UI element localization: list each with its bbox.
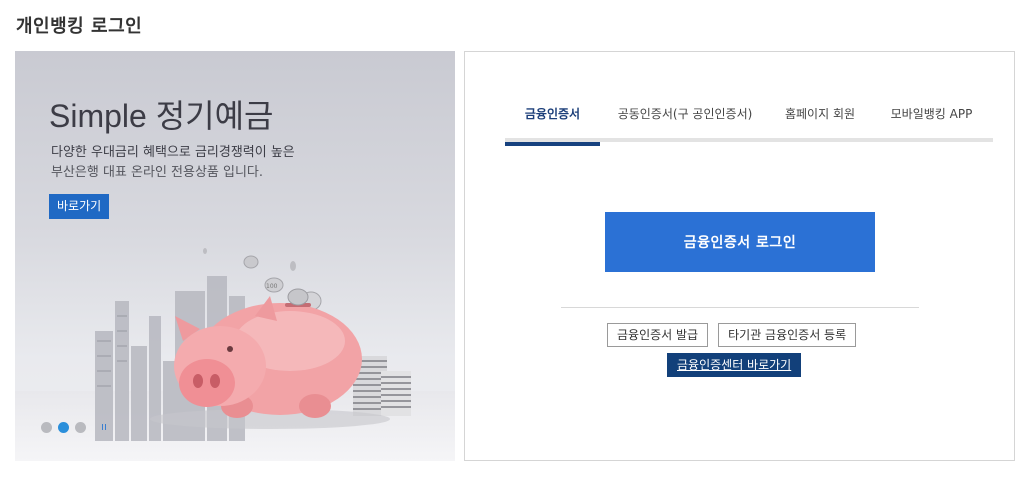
slide-indicators: [41, 422, 108, 433]
banner-desc-line2: 부산은행 대표 온라인 전용상품 입니다.: [51, 165, 264, 180]
tab-homepage-member[interactable]: 홈페이지 회원: [770, 90, 870, 142]
financial-certificate-login-button[interactable]: 금융인증서 로그인: [605, 212, 875, 272]
slide-dot-1[interactable]: [41, 422, 52, 433]
divider: [561, 307, 919, 308]
issue-certificate-button[interactable]: 금융인증서 발급: [607, 323, 709, 347]
banner-desc-line1: 다양한 우대금리 혜택으로 금리경쟁력이 높은: [51, 145, 295, 160]
banner-headline: Simple 정기예금: [49, 98, 274, 134]
pause-icon[interactable]: [102, 423, 108, 432]
tab-mobile-banking-app[interactable]: 모바일뱅킹 APP: [870, 90, 993, 142]
promo-banner: 100 Simple 정기예금 다양한 우대금리 혜택으로 금리경쟁력이 높은 …: [15, 51, 455, 461]
login-panel: 금융인증서 공동인증서(구 공인인증서) 홈페이지 회원 모바일뱅킹 APP 금…: [464, 51, 1015, 461]
banner-go-button[interactable]: 바로가기: [49, 194, 110, 219]
certificate-center-link[interactable]: 금융인증센터 바로가기: [667, 353, 802, 377]
tab-joint-certificate[interactable]: 공동인증서(구 공인인증서): [600, 90, 770, 142]
slide-dot-3[interactable]: [75, 422, 86, 433]
slide-dot-2[interactable]: [58, 422, 69, 433]
coin-label: 100: [266, 283, 278, 290]
login-tabs: 금융인증서 공동인증서(구 공인인증서) 홈페이지 회원 모바일뱅킹 APP: [505, 90, 993, 146]
banner-description: 다양한 우대금리 혜택으로 금리경쟁력이 높은 부산은행 대표 온라인 전용상품…: [51, 143, 351, 183]
certificate-action-buttons: 금융인증서 발급 타기관 금융인증서 등록: [607, 323, 857, 347]
page-title: 개인뱅킹 로그인: [16, 16, 143, 37]
tab-financial-certificate[interactable]: 금융인증서: [505, 90, 600, 146]
register-other-certificate-button[interactable]: 타기관 금융인증서 등록: [718, 323, 857, 347]
